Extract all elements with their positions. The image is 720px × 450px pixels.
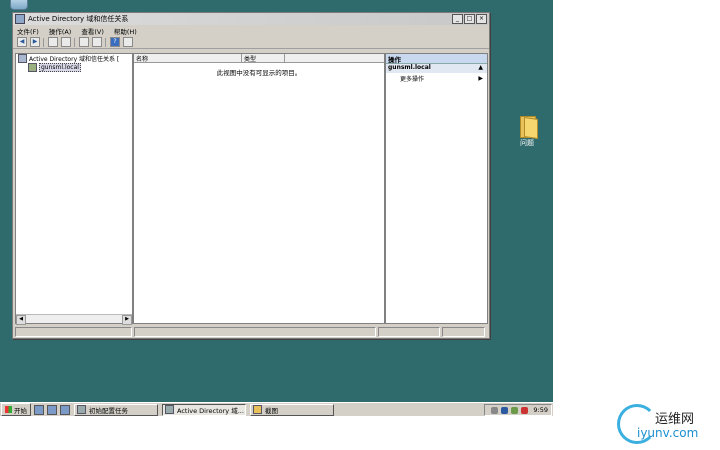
tree-root-label: Active Directory 域和信任关系 [: [29, 56, 120, 63]
more-actions-item[interactable]: 更多操作 ▶: [386, 73, 487, 83]
show-desktop-icon[interactable]: [60, 404, 70, 415]
start-button[interactable]: 开始: [1, 403, 31, 416]
toolbar-separator: [105, 37, 106, 47]
tree-horizontal-scrollbar[interactable]: ◀ ▶: [16, 314, 132, 325]
status-section: [15, 327, 132, 337]
status-bar: [15, 327, 487, 337]
menu-action[interactable]: 操作(A): [49, 26, 72, 36]
properties-icon[interactable]: [79, 37, 89, 47]
forward-arrow-icon[interactable]: ▶: [30, 37, 40, 47]
tree-item-domain[interactable]: gunsml.local: [16, 63, 132, 72]
windows-flag-icon: [5, 406, 12, 413]
recycle-bin-icon[interactable]: [8, 0, 28, 10]
toolbar-separator: [74, 37, 75, 47]
up-folder-icon[interactable]: [48, 37, 58, 47]
content-area: Active Directory 域和信任关系 [ gunsml.local ◀…: [13, 49, 489, 338]
snapin-icon: [18, 54, 27, 63]
clock[interactable]: 9:59: [533, 406, 548, 414]
ad-domains-trusts-window: Active Directory 域和信任关系 _ □ × 文件(F) 操作(A…: [12, 12, 490, 339]
show-tree-icon[interactable]: [61, 37, 71, 47]
column-type-header[interactable]: 类型: [242, 54, 285, 63]
minimize-button[interactable]: _: [452, 14, 463, 24]
server-manager-icon[interactable]: [34, 404, 44, 415]
export-list-icon[interactable]: [92, 37, 102, 47]
actions-section[interactable]: gunsml.local ▲: [386, 64, 487, 73]
close-button[interactable]: ×: [476, 14, 487, 24]
taskbar-item-init-config[interactable]: 初始配置任务: [74, 403, 158, 416]
taskbar-item-ad[interactable]: Active Directory 域...: [162, 403, 246, 416]
watermark-en: iyunv.com: [637, 426, 699, 440]
tray-network-icon[interactable]: [511, 406, 519, 414]
folder-icon: [253, 405, 262, 414]
task-label: 截图: [265, 406, 278, 415]
maximize-button[interactable]: □: [464, 14, 475, 24]
task-icon: [77, 405, 86, 414]
toolbar-separator: [43, 37, 44, 47]
system-tray: 9:59: [484, 404, 552, 416]
column-name-header[interactable]: 名称: [134, 54, 242, 63]
empty-message: 此视图中没有可显示的项目。: [216, 69, 302, 77]
more-actions-label: 更多操作: [400, 75, 425, 83]
collapse-up-icon[interactable]: ▲: [478, 64, 483, 73]
menu-view[interactable]: 查看(V): [81, 26, 104, 36]
desktop: 问题 Active Directory 域和信任关系 _ □ × 文件(F) 操…: [0, 0, 553, 402]
tray-alert-icon[interactable]: [521, 406, 529, 414]
task-label: 初始配置任务: [89, 406, 128, 415]
domain-icon: [28, 63, 37, 72]
actions-pane: 操作 gunsml.local ▲ 更多操作 ▶: [385, 53, 488, 324]
start-label: 开始: [14, 406, 27, 415]
task-label: Active Directory 域...: [177, 406, 244, 415]
back-arrow-icon[interactable]: ◀: [17, 37, 27, 47]
status-section: [442, 327, 485, 337]
tray-keyboard-icon[interactable]: [491, 406, 499, 414]
tree-pane: Active Directory 域和信任关系 [ gunsml.local ◀…: [15, 53, 133, 325]
title-bar[interactable]: Active Directory 域和信任关系 _ □ ×: [13, 13, 489, 25]
help-icon[interactable]: ?: [110, 37, 120, 47]
watermark-cn: 运维网: [655, 412, 695, 427]
tray-help-icon[interactable]: [501, 406, 509, 414]
status-section: [378, 327, 440, 337]
taskbar-item-screenshot[interactable]: 截图: [250, 403, 334, 416]
desktop-folder[interactable]: 问题: [512, 114, 542, 148]
folder-icon: [518, 114, 538, 139]
watermark-logo: 运维网 iyunv.com: [615, 404, 720, 446]
menu-help[interactable]: 帮助(H): [114, 26, 137, 36]
window-title: Active Directory 域和信任关系: [28, 15, 129, 23]
toolbar: ◀ ▶ ?: [13, 36, 489, 49]
status-section: [134, 327, 376, 337]
powershell-icon[interactable]: [47, 404, 57, 415]
list-header: 名称 类型: [134, 54, 384, 63]
scroll-right-icon[interactable]: ▶: [122, 315, 132, 325]
list-pane: 名称 类型 此视图中没有可显示的项目。: [133, 53, 385, 324]
column-filler: [285, 54, 384, 62]
menu-bar: 文件(F) 操作(A) 查看(V) 帮助(H): [13, 25, 489, 36]
action-pane-icon[interactable]: [123, 37, 133, 47]
task-icon: [165, 405, 174, 414]
tree-root[interactable]: Active Directory 域和信任关系 [: [16, 54, 132, 63]
actions-header: 操作: [386, 54, 487, 64]
app-icon: [15, 14, 25, 24]
scroll-left-icon[interactable]: ◀: [16, 315, 26, 325]
submenu-arrow-icon: ▶: [478, 74, 483, 82]
actions-section-label: gunsml.local: [388, 64, 431, 71]
tree-item-label: gunsml.local: [39, 63, 81, 72]
menu-file[interactable]: 文件(F): [17, 26, 39, 36]
taskbar: 开始 初始配置任务 Active Directory 域... 截图 9:59: [0, 402, 553, 416]
folder-label: 问题: [520, 139, 534, 147]
